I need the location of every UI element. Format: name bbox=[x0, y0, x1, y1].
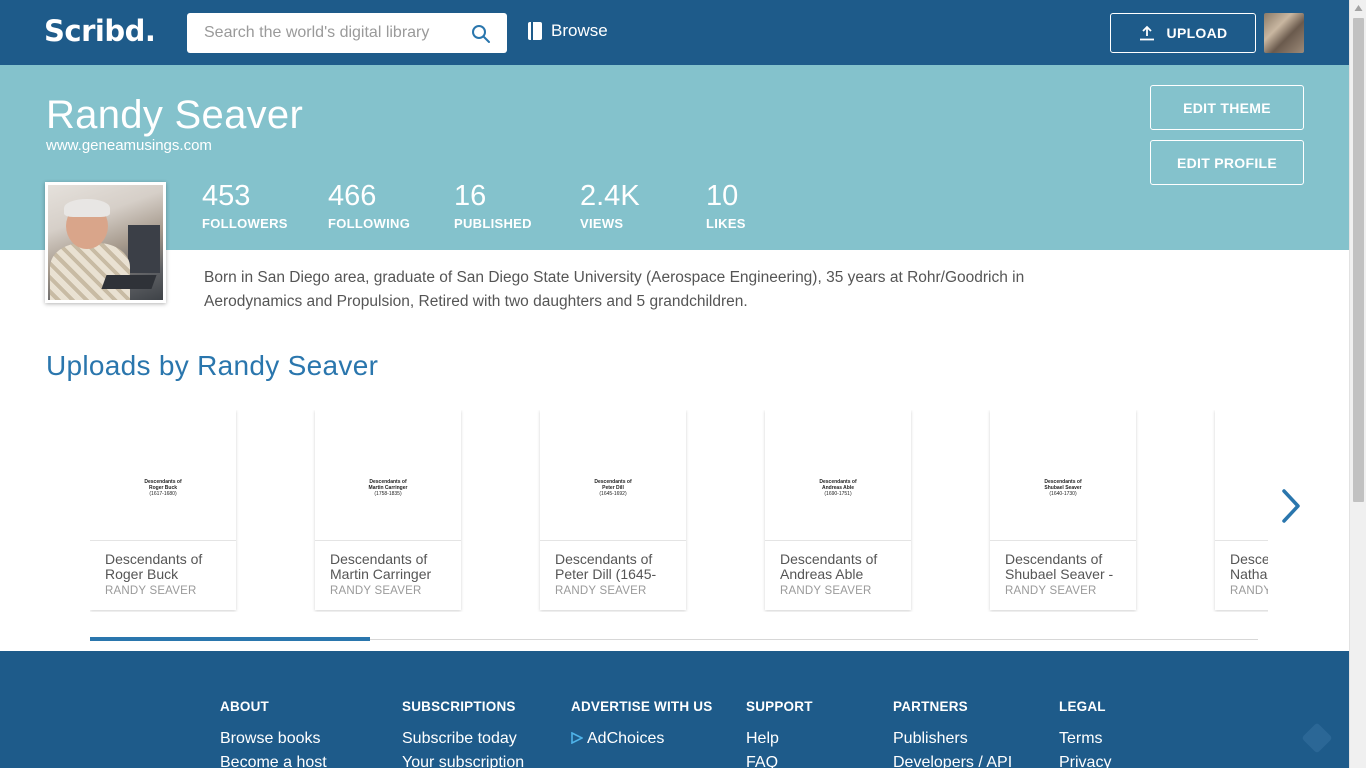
profile-photo bbox=[48, 185, 163, 300]
footer-link[interactable]: Developers / API bbox=[893, 754, 1012, 768]
stat-value: 2.4K bbox=[580, 180, 640, 212]
footer-link-adchoices[interactable]: AdChoices bbox=[571, 730, 712, 748]
document-author[interactable]: RANDY SEAVER bbox=[540, 585, 686, 597]
upload-button[interactable]: UPLOAD bbox=[1110, 13, 1256, 53]
browse-button[interactable]: Browse bbox=[527, 21, 608, 41]
document-card[interactable]: Descendants of Martin Carringer (1758-18… bbox=[315, 410, 461, 610]
stat-label: FOLLOWERS bbox=[202, 216, 288, 231]
document-card[interactable]: Descendants of Nathaniel RANDY SEAVER bbox=[1215, 410, 1268, 610]
edit-profile-button[interactable]: EDIT PROFILE bbox=[1150, 140, 1304, 185]
uploads-heading: Uploads by Randy Seaver bbox=[46, 350, 379, 381]
footer-link-label: AdChoices bbox=[587, 730, 665, 747]
document-thumbnail bbox=[1215, 410, 1268, 541]
scroll-up-arrow-icon[interactable] bbox=[1350, 0, 1366, 17]
upload-icon bbox=[1139, 25, 1154, 41]
profile-website-link[interactable]: www.geneamusings.com bbox=[46, 137, 212, 154]
bio-line: Born in San Diego area, graduate of San … bbox=[204, 269, 1025, 286]
footer-heading: ABOUT bbox=[220, 699, 269, 714]
carousel-next-arrow-icon[interactable] bbox=[1280, 488, 1302, 524]
stat-following[interactable]: 466 FOLLOWING bbox=[328, 180, 410, 231]
book-icon bbox=[528, 22, 542, 40]
upload-label: UPLOAD bbox=[1166, 25, 1228, 41]
browse-label: Browse bbox=[551, 21, 608, 40]
document-card[interactable]: Descendants of Peter Dill (1645-1692) De… bbox=[540, 410, 686, 610]
stat-label: LIKES bbox=[706, 216, 746, 231]
document-card[interactable]: Descendants of Shubael Seaver (1640-1730… bbox=[990, 410, 1136, 610]
footer-link[interactable]: Privacy bbox=[1059, 754, 1111, 768]
document-title[interactable]: Descendants of Roger Buck (1617- bbox=[90, 541, 236, 584]
stat-followers[interactable]: 453 FOLLOWERS bbox=[202, 180, 288, 231]
footer-link[interactable]: Your subscription bbox=[402, 754, 524, 768]
document-thumbnail: Descendants of Roger Buck (1617-1680) bbox=[90, 410, 236, 541]
footer-heading: SUBSCRIPTIONS bbox=[402, 699, 516, 714]
page-scrollbar[interactable] bbox=[1349, 0, 1366, 768]
scrollbar-thumb[interactable] bbox=[1353, 18, 1364, 502]
document-author[interactable]: RANDY SEAVER bbox=[315, 585, 461, 597]
footer-link[interactable]: Browse books bbox=[220, 730, 327, 748]
profile-name: Randy Seaver bbox=[46, 93, 304, 137]
uploads-carousel: Descendants of Roger Buck (1617-1680) De… bbox=[90, 410, 1268, 612]
footer-column-subscriptions: SUBSCRIPTIONS Subscribe today Your subsc… bbox=[402, 699, 524, 768]
footer-heading: LEGAL bbox=[1059, 699, 1106, 714]
stat-value: 10 bbox=[706, 180, 739, 212]
footer-heading: SUPPORT bbox=[746, 699, 813, 714]
footer-column-legal: LEGAL Terms Privacy bbox=[1059, 699, 1111, 768]
footer-link[interactable]: Become a host bbox=[220, 754, 327, 768]
footer-column-support: SUPPORT Help FAQ bbox=[746, 699, 813, 768]
footer-link[interactable]: Publishers bbox=[893, 730, 1012, 748]
profile-banner: Randy Seaver www.geneamusings.com EDIT T… bbox=[0, 65, 1349, 250]
footer-heading: ADVERTISE WITH US bbox=[571, 699, 713, 714]
document-title[interactable]: Descendants of Shubael Seaver - bbox=[990, 541, 1136, 583]
stat-label: PUBLISHED bbox=[454, 216, 532, 231]
footer-link[interactable]: Help bbox=[746, 730, 813, 748]
bio-line: Aerodynamics and Propulsion, Retired wit… bbox=[204, 293, 748, 310]
edit-theme-button[interactable]: EDIT THEME bbox=[1150, 85, 1304, 130]
adchoices-icon bbox=[571, 732, 583, 744]
document-author[interactable]: RANDY SEAVER bbox=[90, 585, 236, 597]
site-footer: ABOUT Browse books Become a host SUBSCRI… bbox=[0, 651, 1349, 768]
footer-link[interactable]: Terms bbox=[1059, 730, 1111, 748]
document-thumbnail: Descendants of Andreas Able (1690-1751) bbox=[765, 410, 911, 541]
search-box bbox=[187, 13, 507, 53]
document-thumbnail: Descendants of Martin Carringer (1758-18… bbox=[315, 410, 461, 541]
document-thumbnail: Descendants of Shubael Seaver (1640-1730… bbox=[990, 410, 1136, 541]
stat-value: 466 bbox=[328, 180, 377, 212]
document-author[interactable]: RANDY SEAVER bbox=[990, 585, 1136, 597]
document-title[interactable]: Descendants of Martin Carringer bbox=[315, 541, 461, 583]
document-card[interactable]: Descendants of Roger Buck (1617-1680) De… bbox=[90, 410, 236, 610]
stat-label: FOLLOWING bbox=[328, 216, 411, 231]
profile-avatar bbox=[45, 182, 166, 303]
profile-page: Scribd. Browse UPLOAD R bbox=[0, 0, 1366, 768]
document-title[interactable]: Descendants of Nathaniel bbox=[1215, 541, 1268, 583]
stat-published[interactable]: 16 PUBLISHED bbox=[454, 180, 532, 231]
footer-column-about: ABOUT Browse books Become a host bbox=[220, 699, 327, 768]
stat-label: VIEWS bbox=[580, 216, 624, 231]
scribd-logo[interactable]: Scribd. bbox=[44, 14, 156, 48]
footer-link[interactable]: Subscribe today bbox=[402, 730, 524, 748]
document-title[interactable]: Descendants of Peter Dill (1645- bbox=[540, 541, 686, 583]
footer-heading: PARTNERS bbox=[893, 699, 968, 714]
document-card[interactable]: Descendants of Andreas Able (1690-1751) … bbox=[765, 410, 911, 610]
document-author[interactable]: RANDY SEAVER bbox=[765, 585, 911, 597]
document-author[interactable]: RANDY SEAVER bbox=[1215, 585, 1268, 597]
stat-value: 16 bbox=[454, 180, 487, 212]
carousel-scroll-indicator[interactable] bbox=[90, 637, 370, 641]
stat-value: 453 bbox=[202, 180, 251, 212]
document-title[interactable]: Descendants of Andreas Able bbox=[765, 541, 911, 583]
document-thumbnail: Descendants of Peter Dill (1645-1692) bbox=[540, 410, 686, 541]
footer-column-advertise: ADVERTISE WITH US AdChoices bbox=[571, 699, 712, 748]
search-input[interactable] bbox=[187, 13, 467, 53]
stat-likes[interactable]: 10 LIKES bbox=[706, 180, 746, 231]
user-avatar-menu[interactable] bbox=[1264, 13, 1304, 53]
stat-views: 2.4K VIEWS bbox=[580, 180, 640, 231]
footer-column-partners: PARTNERS Publishers Developers / API bbox=[893, 699, 1012, 768]
footer-link[interactable]: FAQ bbox=[746, 754, 813, 768]
top-header: Scribd. Browse UPLOAD bbox=[0, 0, 1349, 65]
profile-bio: Born in San Diego area, graduate of San … bbox=[204, 266, 1094, 314]
search-icon[interactable] bbox=[471, 24, 491, 44]
